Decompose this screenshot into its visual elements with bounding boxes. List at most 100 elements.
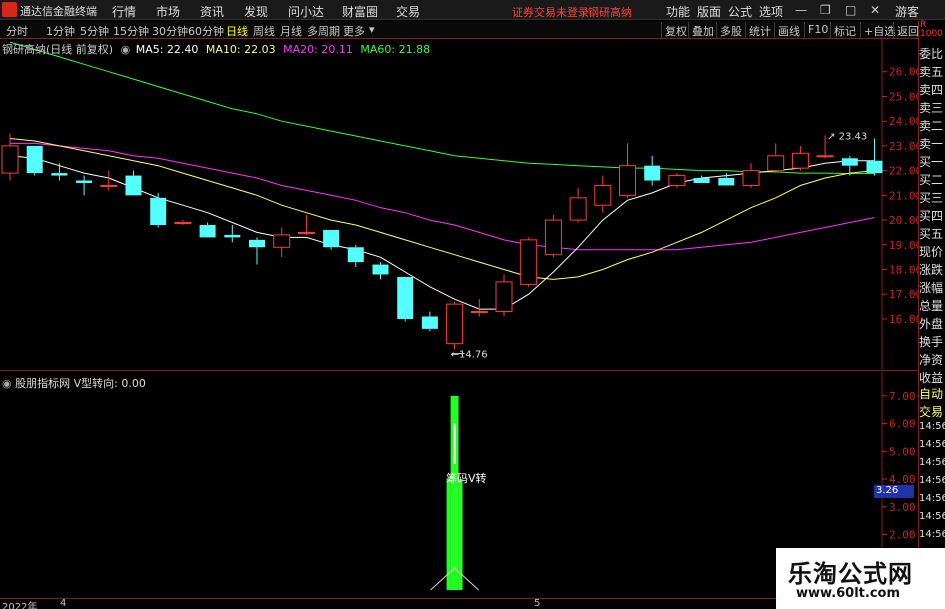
indicator-tick-label: 7.00	[889, 390, 916, 403]
ma5-legend: MA5: 22.40	[135, 43, 199, 56]
menu-item-function[interactable]: 功能	[666, 3, 690, 20]
candle	[594, 175, 612, 213]
menu-item-news[interactable]: 资讯	[200, 3, 224, 20]
indicator-tick-label: 2.00	[889, 529, 916, 542]
quote-field-label: 卖一	[919, 137, 944, 151]
indicator-settings-icon[interactable]: ◉	[2, 377, 12, 390]
high-price-label: ↗ 23.43	[827, 131, 867, 142]
ma60-legend: MA60: 21.88	[360, 43, 431, 56]
tick-time-label: 14:56	[919, 511, 945, 522]
price-tick-label: 25.00	[889, 90, 919, 103]
panel-mini-sub: 1000	[920, 29, 943, 39]
price-tick-label: 26.00	[889, 66, 919, 79]
low-price-label: ←14.76	[451, 350, 488, 361]
auto-trade-label[interactable]: 自动	[919, 385, 945, 402]
restore-icon[interactable]: ❐	[820, 3, 831, 17]
chevron-down-icon[interactable]: ▾	[369, 23, 375, 36]
period-tab-more[interactable]: 更多	[343, 23, 365, 39]
stock-name-notice: 钢研高纳	[588, 6, 632, 19]
period-toolbar: 分时 1分钟 5分钟 15分钟 30分钟 60分钟 日线 周线 月线 多周期 更…	[0, 21, 945, 39]
period-tab-weekly[interactable]: 周线	[253, 23, 275, 39]
candle	[51, 163, 68, 181]
period-tab-monthly[interactable]: 月线	[280, 23, 302, 39]
period-tab-30min[interactable]: 30分钟	[152, 23, 188, 39]
quote-field-label: 买五	[919, 227, 944, 241]
candle-body-up	[767, 155, 785, 172]
price-tick-label: 24.00	[889, 115, 919, 128]
auto-trade-label[interactable]: 交易	[919, 403, 945, 420]
candle-body-up	[544, 219, 562, 256]
quote-field-label: 涨幅	[919, 281, 944, 295]
candle-body-down	[51, 173, 68, 176]
overlay-button[interactable]: 叠加	[688, 22, 717, 38]
quote-field-label: 收益	[919, 371, 944, 385]
period-tab-5min[interactable]: 5分钟	[80, 23, 109, 39]
indicator-bar-highlight	[453, 423, 456, 464]
settings-icon[interactable]: ◉	[121, 43, 131, 56]
minimize-icon[interactable]: —	[795, 3, 807, 17]
indicator-tick-label: 5.00	[889, 445, 916, 458]
quote-field-label: 总量	[919, 299, 944, 313]
login-notice[interactable]: 证券交易未登录	[512, 4, 589, 20]
candle	[199, 222, 216, 238]
candlestick-chart[interactable]: 26.00 25.00 24.00 23.00 22.00 21.00 20.00 19.00…	[0, 39, 919, 371]
candle	[397, 276, 414, 322]
menu-item-discover[interactable]: 发现	[244, 3, 268, 20]
user-guest[interactable]: 游客	[895, 3, 919, 20]
close-icon[interactable]: ✕	[870, 3, 880, 17]
candle-body-down	[224, 234, 241, 238]
menu-item-layout[interactable]: 版面	[697, 3, 721, 20]
price-tick-label: 16.00	[889, 313, 919, 326]
menu-item-wealth[interactable]: 财富圈	[342, 3, 378, 20]
month-label-4: 4	[60, 598, 67, 609]
maximize-icon[interactable]: □	[845, 3, 856, 17]
candle-body-down	[150, 197, 167, 226]
candle-body-down	[125, 175, 142, 196]
period-tab-daily[interactable]: 日线	[226, 23, 248, 39]
candle-body-up	[816, 155, 834, 158]
indicator-legend: ◉ 股朋指标网 V型转向: 0.00	[2, 375, 146, 391]
f10-button[interactable]: F10	[804, 22, 831, 38]
candle-body-up	[446, 303, 464, 345]
quote-field-label: 卖三	[919, 101, 944, 115]
candle	[174, 220, 192, 226]
candle	[421, 311, 438, 332]
quote-field-label: 买三	[919, 191, 944, 205]
adjust-button[interactable]: 复权	[661, 22, 690, 38]
candle-body-up	[470, 311, 488, 314]
candle-body-down	[372, 264, 389, 275]
watermark-box: 乐淘公式网 www.60lt.com	[776, 548, 945, 609]
statistics-button[interactable]: 统计	[745, 22, 774, 38]
menu-item-trade[interactable]: 交易	[396, 3, 420, 20]
ma60-line	[9, 41, 875, 175]
candle-body-down	[323, 229, 340, 248]
candle-body-up	[1, 145, 19, 174]
candle	[569, 187, 587, 223]
chart-title: 钢研高纳(日线 前复权)	[2, 43, 114, 56]
period-tab-15min[interactable]: 15分钟	[113, 23, 149, 39]
candle	[644, 155, 661, 186]
period-tab-1min[interactable]: 1分钟	[46, 23, 75, 39]
draw-line-button[interactable]: 画线	[774, 22, 803, 38]
menu-item-ask[interactable]: 问小达	[288, 3, 324, 20]
menu-item-market[interactable]: 市场	[156, 3, 180, 20]
tick-time-label: 14:56	[919, 475, 945, 486]
menu-bar: 通达信金融终端 行情 市场 资讯 发现 问小达 财富圈 交易 证券交易未登录 钢…	[0, 0, 945, 20]
candle-body-down	[26, 145, 43, 174]
menu-item-options[interactable]: 选项	[759, 3, 783, 20]
menu-item-quotes[interactable]: 行情	[112, 3, 136, 20]
candle	[297, 215, 315, 235]
candle	[26, 145, 43, 176]
price-tick-label: 21.00	[889, 189, 919, 202]
period-tab-60min[interactable]: 60分钟	[188, 23, 224, 39]
candle-body-up	[174, 222, 192, 225]
mark-button[interactable]: 标记	[830, 22, 859, 38]
period-tab-intraday[interactable]: 分时	[6, 23, 28, 39]
price-tick-label: 23.00	[889, 140, 919, 153]
period-tab-multi[interactable]: 多周期	[307, 23, 340, 39]
multi-stock-button[interactable]: 多股	[716, 22, 745, 38]
candle-body-up	[100, 184, 118, 187]
candle	[742, 163, 760, 188]
menu-item-formula[interactable]: 公式	[728, 3, 752, 20]
candle	[125, 170, 142, 196]
